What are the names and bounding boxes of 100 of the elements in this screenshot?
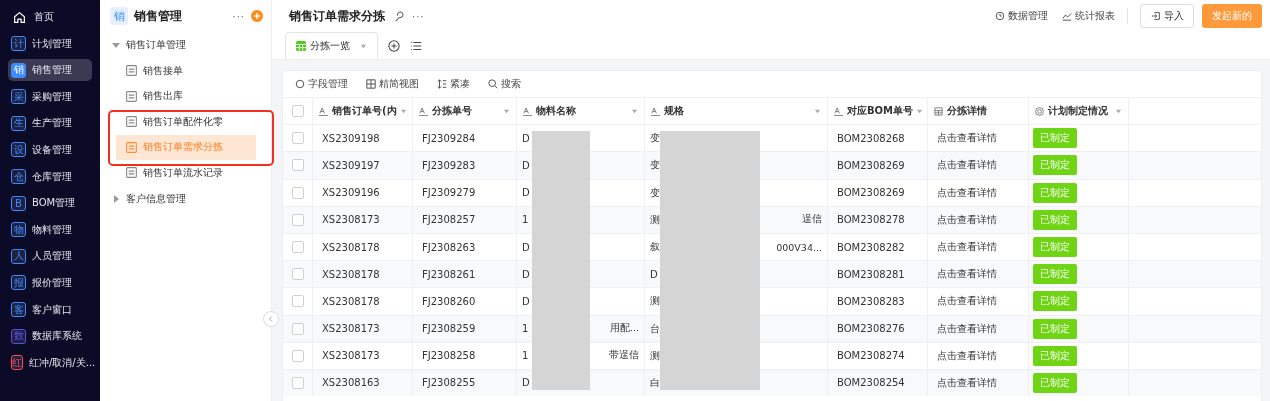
- column-header[interactable]: 物料名称: [517, 98, 645, 125]
- table-cell: 000V34...: [776, 241, 822, 253]
- nav-item[interactable]: 首页: [8, 6, 92, 28]
- nav-item[interactable]: 计 计划管理: [8, 32, 92, 55]
- table-cell: BOM2308278: [837, 214, 905, 226]
- detail-link[interactable]: 点击查看详情: [937, 267, 997, 282]
- toolbar-button[interactable]: 精简视图: [366, 77, 419, 91]
- group-label: 客户信息管理: [126, 191, 186, 206]
- table-cell: 带逞信: [609, 349, 639, 363]
- status-tag: 已制定: [1033, 237, 1077, 258]
- tree-item[interactable]: 销售订单配件化零: [116, 109, 256, 135]
- status-tag: 已制定: [1033, 372, 1077, 393]
- detail-link[interactable]: 点击查看详情: [937, 321, 997, 336]
- table-cell: XS2308163: [322, 377, 380, 389]
- nav-badge: 人: [11, 248, 26, 264]
- view-tab[interactable]: 分拣一览: [285, 32, 378, 59]
- status-tag: 已制定: [1033, 291, 1077, 312]
- nav-item[interactable]: 客 客户窗口: [8, 298, 92, 321]
- item-label: 销售接单: [143, 63, 183, 78]
- table-cell: FJ2308260: [422, 295, 476, 307]
- table-cell: FJ2308257: [422, 214, 476, 226]
- toolbar-button[interactable]: 搜索: [488, 77, 521, 91]
- toolbar-button[interactable]: 字段管理: [295, 77, 348, 91]
- table-cell: 1: [522, 214, 529, 226]
- more-button[interactable]: ···: [412, 10, 425, 22]
- nav-label: 计划管理: [32, 36, 72, 51]
- header-link[interactable]: 数据管理: [995, 9, 1048, 23]
- group-label: 销售订单管理: [126, 38, 186, 52]
- nav-item[interactable]: 人 人员管理: [8, 245, 92, 268]
- nav-item[interactable]: 采 采购管理: [8, 85, 92, 108]
- table-cell: D: [522, 295, 530, 307]
- nav-label: 人员管理: [32, 249, 72, 264]
- header-link[interactable]: 统计报表: [1062, 9, 1115, 23]
- nav-badge: B: [11, 195, 26, 211]
- detail-link[interactable]: 点击查看详情: [937, 131, 997, 146]
- table-cell: FJ2308258: [422, 350, 476, 362]
- nav-item[interactable]: 数 数据库系统: [8, 325, 92, 348]
- column-header[interactable]: 销售订单号(内: [313, 98, 413, 125]
- nav-label: 采购管理: [32, 89, 72, 104]
- table-cell: 台: [650, 321, 660, 336]
- tree-group[interactable]: 客户信息管理: [100, 185, 271, 212]
- table-cell: XS2308173: [322, 323, 380, 335]
- status-tag: 已制定: [1033, 264, 1077, 285]
- column-header[interactable]: 分拣详情: [928, 98, 1029, 125]
- detail-link[interactable]: 点击查看详情: [937, 158, 997, 173]
- nav-label: 客户窗口: [32, 302, 72, 317]
- table-cell: 变: [650, 131, 660, 146]
- detail-link[interactable]: 点击查看详情: [937, 240, 997, 255]
- table-cell: BOM2308269: [837, 187, 905, 199]
- status-tag: 已制定: [1033, 128, 1077, 149]
- nav-item[interactable]: 设 设备管理: [8, 138, 92, 161]
- app-badge: 销: [110, 7, 128, 25]
- table-cell: BOM2308276: [837, 323, 905, 335]
- tree-group[interactable]: 销售订单管理: [100, 32, 271, 58]
- more-button[interactable]: ···: [232, 10, 245, 22]
- nav-label: 物料管理: [32, 222, 72, 237]
- column-header[interactable]: 分拣单号: [413, 98, 517, 125]
- nav-item[interactable]: 生 生产管理: [8, 112, 92, 135]
- table-cell: XS2308178: [322, 295, 380, 307]
- nav-item[interactable]: 物 物料管理: [8, 218, 92, 241]
- nav-badge: 销: [11, 62, 26, 78]
- detail-link[interactable]: 点击查看详情: [937, 375, 997, 390]
- tree-item[interactable]: 销售接单: [116, 58, 256, 84]
- item-label: 销售出库: [143, 89, 183, 104]
- table-cell: 变: [650, 158, 660, 173]
- detail-link[interactable]: 点击查看详情: [937, 348, 997, 363]
- table-cell: 测: [650, 348, 660, 363]
- table-cell: 白: [650, 375, 660, 390]
- detail-link[interactable]: 点击查看详情: [937, 294, 997, 309]
- item-label: 销售订单需求分拣: [143, 140, 223, 155]
- nav-badge: 客: [11, 302, 26, 318]
- table-cell: XS2309197: [322, 159, 380, 171]
- nav-label: 生产管理: [32, 116, 72, 131]
- table-cell: XS2308173: [322, 214, 380, 226]
- status-tag: 已制定: [1033, 155, 1077, 176]
- toolbar-button[interactable]: 紧凑: [437, 77, 470, 91]
- nav-item[interactable]: 报 报价管理: [8, 271, 92, 294]
- detail-link[interactable]: 点击查看详情: [937, 185, 997, 200]
- table-cell: FJ2308261: [422, 268, 476, 280]
- status-tag: 已制定: [1033, 318, 1077, 339]
- table-cell: D: [522, 241, 530, 253]
- table-cell: XS2308178: [322, 241, 380, 253]
- import-button[interactable]: 导入: [1140, 4, 1194, 28]
- nav-item[interactable]: 仓 仓库管理: [8, 165, 92, 188]
- item-label: 销售订单流水记录: [143, 165, 223, 180]
- nav-badge: 物: [11, 222, 26, 238]
- column-header[interactable]: 计划制定情况: [1029, 98, 1129, 125]
- nav-item[interactable]: 销 销售管理: [8, 59, 92, 82]
- nav-label: BOM管理: [32, 196, 76, 211]
- column-header[interactable]: 规格: [645, 98, 828, 125]
- tree-item[interactable]: 销售订单流水记录: [116, 160, 256, 186]
- nav-item[interactable]: B BOM管理: [8, 192, 92, 215]
- tree-item[interactable]: 销售出库: [116, 83, 256, 109]
- detail-link[interactable]: 点击查看详情: [937, 212, 997, 227]
- table-cell: D: [650, 268, 658, 280]
- table-cell: XS2308173: [322, 350, 380, 362]
- column-header[interactable]: 对应BOM单号: [828, 98, 928, 125]
- nav-label: 报价管理: [32, 275, 72, 290]
- nav-label: 仓库管理: [32, 169, 72, 184]
- table-cell: BOM2308281: [837, 268, 905, 280]
